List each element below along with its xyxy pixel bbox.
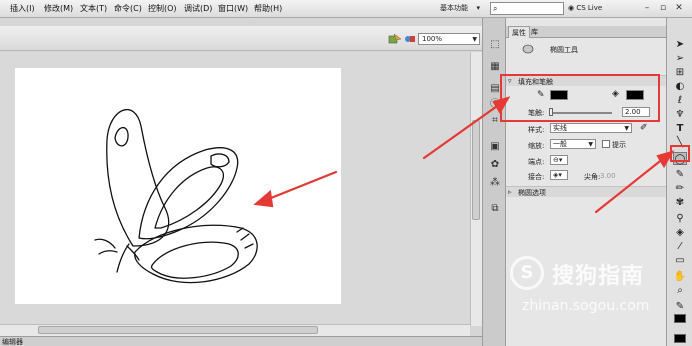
arrow-to-drawing-head — [253, 189, 274, 208]
annotation-arrows — [253, 96, 675, 214]
arrow-to-drawing — [264, 170, 338, 202]
arrow-to-ellipse-tool — [594, 156, 666, 214]
watermark-url: zhinan.sogou.com — [522, 298, 650, 314]
arrow-to-ellipse-tool-head — [656, 150, 675, 169]
arrow-to-fill-stroke — [422, 102, 502, 160]
watermark-brand: 搜狗指南 — [552, 264, 645, 289]
arrow-to-fill-stroke-head — [492, 96, 511, 115]
watermark-logo: S — [510, 256, 544, 290]
